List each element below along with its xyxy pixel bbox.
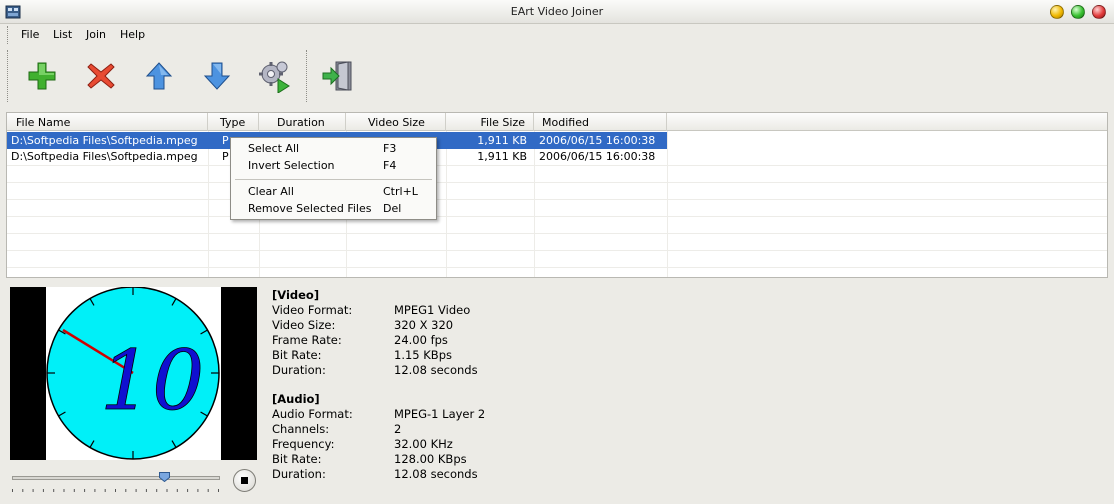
audio-section-header: [Audio] [272, 392, 320, 406]
context-separator [235, 179, 432, 180]
cell-file-name: D:\Softpedia Files\Softpedia.mpeg [11, 150, 198, 163]
video-frame: 10 [46, 286, 221, 460]
audio-bit-rate-label: Bit Rate: [272, 452, 322, 466]
audio-bit-rate-value: 128.00 KBps [394, 452, 467, 466]
clock-frame-image: 10 [46, 286, 220, 460]
context-clear-all-shortcut: Ctrl+L [383, 185, 418, 198]
video-bit-rate-label: Bit Rate: [272, 348, 322, 362]
remove-icon [87, 63, 115, 89]
column-file-size[interactable]: File Size [446, 113, 534, 131]
join-settings-icon [259, 61, 290, 93]
move-up-icon [145, 62, 173, 90]
context-invert-selection[interactable]: Invert Selection F4 [231, 157, 436, 174]
menu-grip[interactable] [7, 26, 10, 44]
context-clear-all-label: Clear All [248, 185, 294, 198]
video-preview: 10 [10, 286, 257, 460]
video-bit-rate-value: 1.15 KBps [394, 348, 452, 362]
seek-slider-ticks [12, 489, 219, 492]
close-button[interactable] [1092, 5, 1106, 19]
file-list[interactable]: File Name Type Duration Video Size File … [6, 112, 1108, 278]
move-down-button[interactable] [199, 58, 235, 94]
audio-format-label: Audio Format: [272, 407, 353, 421]
maximize-button[interactable] [1071, 5, 1085, 19]
add-file-button[interactable] [24, 58, 60, 94]
frequency-value: 32.00 KHz [394, 437, 453, 451]
channels-value: 2 [394, 422, 402, 436]
video-format-label: Video Format: [272, 303, 353, 317]
context-remove-selected[interactable]: Remove Selected Files Del [231, 200, 436, 217]
add-icon [28, 62, 56, 90]
menu-bar: File List Join Help [0, 24, 1114, 46]
frame-rate-label: Frame Rate: [272, 333, 342, 347]
toolbar-grip[interactable] [7, 50, 10, 102]
join-button[interactable] [257, 58, 293, 94]
audio-duration-value: 12.08 seconds [394, 467, 478, 481]
column-type[interactable]: Type [208, 113, 259, 131]
video-format-value: MPEG1 Video [394, 303, 471, 317]
stop-icon [241, 477, 248, 484]
menu-help[interactable]: Help [120, 28, 145, 41]
column-duration[interactable]: Duration [259, 113, 346, 131]
frame-digits: 10 [100, 334, 204, 429]
cell-file-name: D:\Softpedia Files\Softpedia.mpeg [11, 134, 198, 147]
video-duration-value: 12.08 seconds [394, 363, 478, 377]
audio-duration-label: Duration: [272, 467, 326, 481]
seek-slider-track[interactable] [12, 476, 220, 480]
context-select-all-label: Select All [248, 142, 300, 155]
video-duration-label: Duration: [272, 363, 326, 377]
channels-label: Channels: [272, 422, 330, 436]
toolbar-separator [306, 50, 307, 102]
context-invert-selection-label: Invert Selection [248, 159, 335, 172]
move-down-icon [203, 62, 231, 90]
video-size-label: Video Size: [272, 318, 336, 332]
file-list-header: File Name Type Duration Video Size File … [7, 113, 1107, 131]
minimize-button[interactable] [1050, 5, 1064, 19]
menu-list[interactable]: List [53, 28, 72, 41]
remove-file-button[interactable] [83, 58, 119, 94]
context-select-all[interactable]: Select All F3 [231, 140, 436, 157]
context-select-all-shortcut: F3 [383, 142, 397, 155]
cell-file-size: 1,911 KB [477, 150, 527, 163]
cell-modified: 2006/06/15 16:00:38 [539, 150, 656, 163]
column-file-name[interactable]: File Name [7, 113, 208, 131]
stop-button[interactable] [233, 469, 256, 492]
column-modified[interactable]: Modified [534, 113, 667, 131]
seek-slider-thumb[interactable] [158, 472, 170, 482]
cell-file-size: 1,911 KB [477, 134, 527, 147]
frequency-label: Frequency: [272, 437, 335, 451]
title-bar: EArt Video Joiner [0, 0, 1114, 24]
audio-format-value: MPEG-1 Layer 2 [394, 407, 486, 421]
exit-button[interactable] [320, 58, 356, 94]
cell-modified: 2006/06/15 16:00:38 [539, 134, 656, 147]
context-menu: Select All F3 Invert Selection F4 Clear … [230, 137, 437, 220]
menu-join[interactable]: Join [86, 28, 106, 41]
window-title: EArt Video Joiner [510, 5, 604, 18]
context-invert-selection-shortcut: F4 [383, 159, 397, 172]
toolbar [0, 46, 1114, 108]
move-up-button[interactable] [141, 58, 177, 94]
menu-file[interactable]: File [21, 28, 39, 41]
video-section-header: [Video] [272, 288, 320, 302]
context-clear-all[interactable]: Clear All Ctrl+L [231, 183, 436, 200]
column-video-size[interactable]: Video Size [346, 113, 446, 131]
context-remove-selected-label: Remove Selected Files [248, 202, 372, 215]
exit-icon [322, 61, 352, 91]
video-size-value: 320 X 320 [394, 318, 454, 332]
context-remove-selected-shortcut: Del [383, 202, 402, 215]
frame-rate-value: 24.00 fps [394, 333, 448, 347]
